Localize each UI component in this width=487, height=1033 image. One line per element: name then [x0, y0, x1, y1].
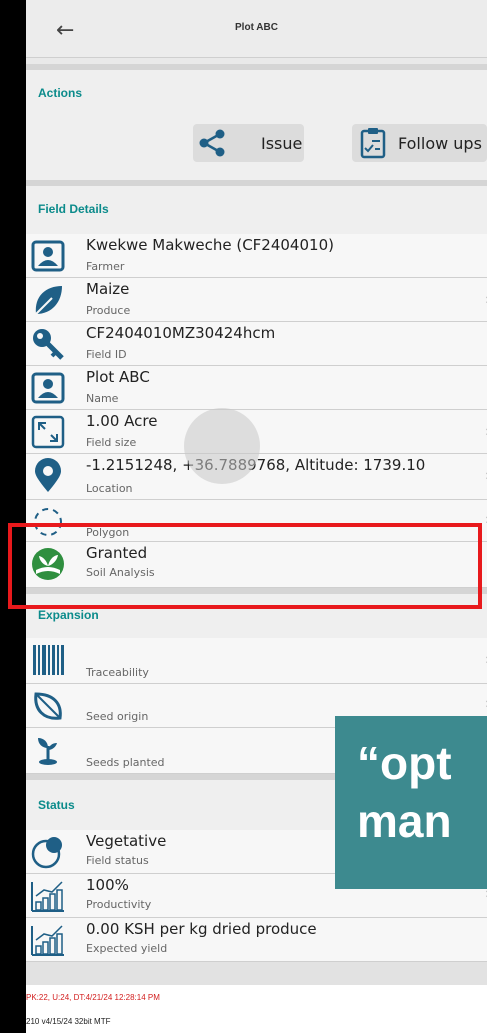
field-row-produce[interactable]: Maize Produce ›: [26, 278, 487, 322]
sprout-icon: [30, 732, 66, 768]
field-label: Productivity: [86, 898, 152, 911]
field-value: Plot ABC: [86, 368, 150, 386]
section-divider: [26, 962, 487, 985]
bar-chart-icon: [30, 878, 66, 914]
expansion-row-traceability[interactable]: Traceability ›: [26, 638, 487, 684]
status-row-expected-yield[interactable]: 0.00 KSH per kg dried produce Expected y…: [26, 918, 487, 962]
field-label: Field size: [86, 436, 137, 449]
debug-info-text: PK:22, U:24, DT:4/21/24 12:28:14 PM: [26, 993, 160, 1002]
field-label: Produce: [86, 304, 131, 317]
section-title-expansion: Expansion: [38, 608, 99, 622]
field-label: Expected yield: [86, 942, 168, 955]
debug-footer: PK:22, U:24, DT:4/21/24 12:28:14 PM 210 …: [26, 985, 487, 1033]
person-card-icon: [30, 238, 66, 274]
version-text: 210 v4/15/24 32bit MTF: [26, 1017, 111, 1026]
field-label: Location: [86, 482, 133, 495]
highlight-box: [8, 523, 482, 609]
field-details-section: Field Details: [26, 186, 487, 234]
overlay-caption: “opt man: [335, 716, 487, 889]
bar-chart-icon: [30, 922, 66, 958]
barcode-icon: [30, 642, 66, 678]
issue-button[interactable]: Issue: [193, 124, 304, 162]
field-label: Seeds planted: [86, 756, 165, 769]
section-title-field-details: Field Details: [38, 202, 109, 216]
person-card-icon: [30, 370, 66, 406]
field-label: Name: [86, 392, 119, 405]
field-label: Farmer: [86, 260, 125, 273]
field-value: 100%: [86, 876, 129, 894]
field-value: Maize: [86, 280, 130, 298]
field-row-farmer[interactable]: Kwekwe Makweche (CF2404010) Farmer: [26, 234, 487, 278]
section-title-status: Status: [38, 798, 75, 812]
leaf-icon: [30, 282, 66, 318]
field-label: Field status: [86, 854, 149, 867]
field-row-field-id[interactable]: CF2404010MZ30424hcm Field ID: [26, 322, 487, 366]
field-row-name[interactable]: Plot ABC Name: [26, 366, 487, 410]
clipboard-icon: [358, 127, 388, 159]
resize-icon: [30, 414, 66, 450]
key-icon: [30, 326, 66, 362]
page-title: Plot ABC: [235, 22, 278, 33]
overlay-line-1: “opt: [357, 737, 452, 789]
app-header: ← Plot ABC: [26, 0, 487, 58]
touch-ripple: [184, 408, 260, 484]
location-pin-icon: [30, 458, 66, 494]
field-value: Vegetative: [86, 832, 167, 850]
seed-leaf-icon: [30, 688, 66, 724]
issue-button-label: Issue: [261, 133, 303, 153]
field-value: 0.00 KSH per kg dried produce: [86, 920, 317, 938]
field-value: CF2404010MZ30424hcm: [86, 324, 276, 342]
field-value: 1.00 Acre: [86, 412, 158, 430]
field-label: Field ID: [86, 348, 127, 361]
field-label: Seed origin: [86, 710, 149, 723]
field-value: Kwekwe Makweche (CF2404010): [86, 236, 334, 254]
field-label: Traceability: [86, 666, 149, 679]
follow-ups-button-label: Follow ups: [398, 133, 482, 153]
overlay-line-2: man: [357, 795, 452, 847]
follow-ups-button[interactable]: Follow ups: [352, 124, 487, 162]
share-icon: [195, 126, 229, 160]
section-title-actions: Actions: [38, 86, 83, 100]
growth-icon: [30, 834, 66, 870]
